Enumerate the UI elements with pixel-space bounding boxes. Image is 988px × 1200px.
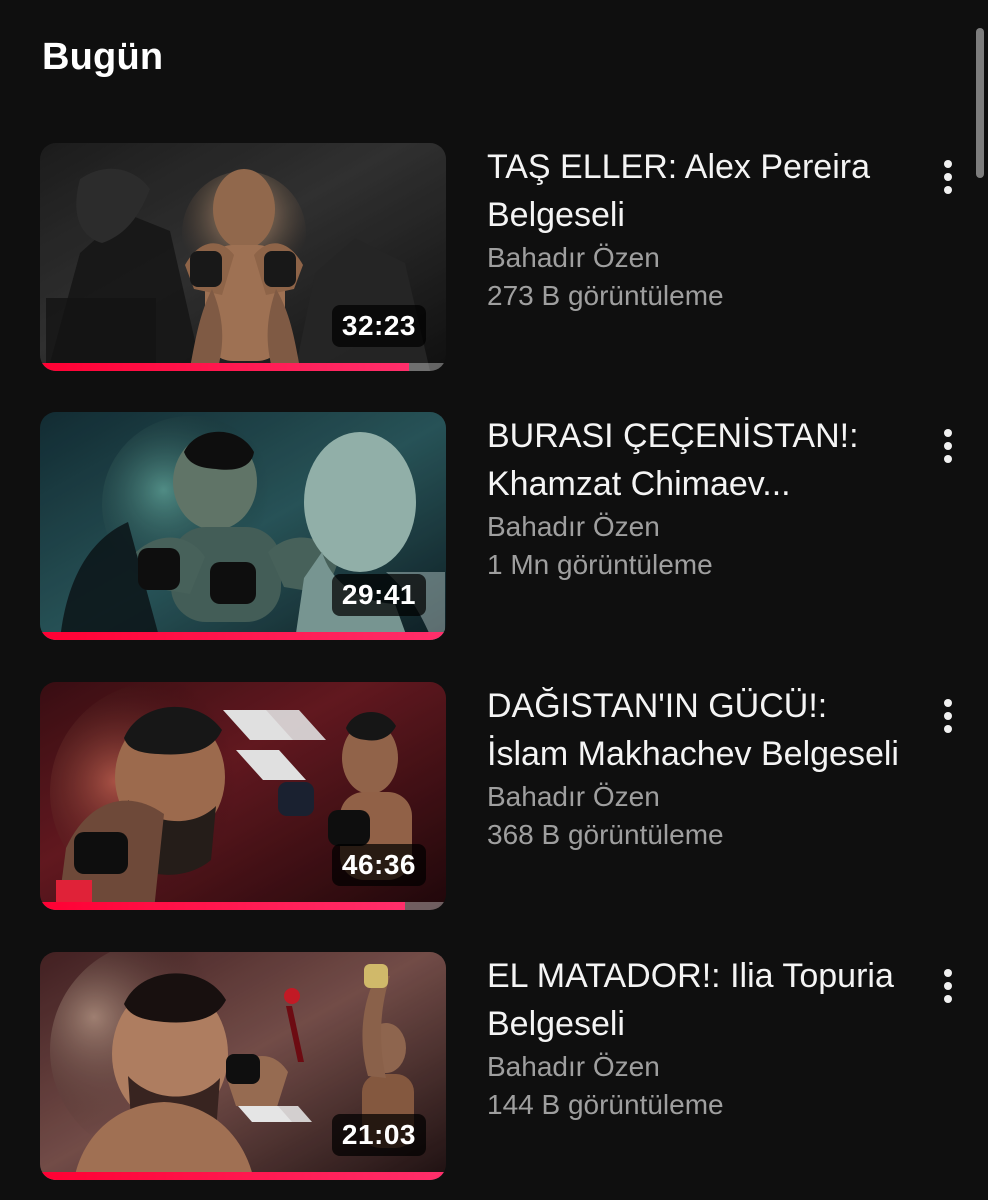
- video-meta: TAŞ ELLER: Alex Pereira Belgeseli Bahadı…: [487, 143, 907, 315]
- view-count: 1 Mn görüntüleme: [487, 549, 713, 580]
- video-list: 32:23 TAŞ ELLER: Alex Pereira Belgeseli …: [0, 0, 988, 1200]
- channel-name[interactable]: Bahadır Özen: [487, 508, 907, 546]
- video-item[interactable]: 21:03 EL MATADOR!: Ilia Topuria Belgesel…: [0, 952, 988, 1182]
- video-title[interactable]: DAĞISTAN'IN GÜCÜ!: İslam Makhachev Belge…: [487, 682, 907, 778]
- more-options-button[interactable]: [926, 155, 970, 199]
- more-options-button[interactable]: [926, 424, 970, 468]
- video-thumbnail[interactable]: 32:23: [40, 143, 446, 371]
- video-thumbnail[interactable]: 21:03: [40, 952, 446, 1180]
- channel-name[interactable]: Bahadır Özen: [487, 778, 907, 816]
- watch-progress-track: [40, 1172, 446, 1180]
- video-meta: EL MATADOR!: Ilia Topuria Belgeseli Baha…: [487, 952, 907, 1124]
- channel-name[interactable]: Bahadır Özen: [487, 1048, 907, 1086]
- video-meta: DAĞISTAN'IN GÜCÜ!: İslam Makhachev Belge…: [487, 682, 907, 854]
- watch-progress-track: [40, 632, 446, 640]
- video-meta: BURASI ÇEÇENİSTAN!: Khamzat Chimaev... B…: [487, 412, 907, 584]
- video-thumbnail[interactable]: 46:36: [40, 682, 446, 910]
- watch-progress-track: [40, 902, 446, 910]
- more-vertical-icon: [944, 160, 952, 194]
- more-vertical-icon: [944, 969, 952, 1003]
- watch-progress-fill: [40, 632, 446, 640]
- more-vertical-icon: [944, 699, 952, 733]
- watch-progress-fill: [40, 902, 406, 910]
- video-item[interactable]: 46:36 DAĞISTAN'IN GÜCÜ!: İslam Makhachev…: [0, 682, 988, 912]
- video-title[interactable]: BURASI ÇEÇENİSTAN!: Khamzat Chimaev...: [487, 412, 907, 508]
- view-count: 144 B görüntüleme: [487, 1089, 724, 1120]
- video-duration: 29:41: [331, 574, 426, 616]
- video-title[interactable]: EL MATADOR!: Ilia Topuria Belgeseli: [487, 952, 907, 1048]
- video-item[interactable]: 29:41 BURASI ÇEÇENİSTAN!: Khamzat Chimae…: [0, 412, 988, 642]
- watch-progress-fill: [40, 1172, 446, 1180]
- video-thumbnail[interactable]: 29:41: [40, 412, 446, 640]
- view-count: 368 B görüntüleme: [487, 819, 724, 850]
- video-duration: 46:36: [331, 844, 426, 886]
- watch-progress-fill: [40, 363, 410, 371]
- video-title[interactable]: TAŞ ELLER: Alex Pereira Belgeseli: [487, 143, 907, 239]
- video-duration: 32:23: [331, 305, 426, 347]
- more-options-button[interactable]: [926, 964, 970, 1008]
- view-count: 273 B görüntüleme: [487, 280, 724, 311]
- watch-progress-track: [40, 363, 446, 371]
- more-vertical-icon: [944, 429, 952, 463]
- channel-name[interactable]: Bahadır Özen: [487, 239, 907, 277]
- video-duration: 21:03: [331, 1114, 426, 1156]
- more-options-button[interactable]: [926, 694, 970, 738]
- video-item[interactable]: 32:23 TAŞ ELLER: Alex Pereira Belgeseli …: [0, 143, 988, 373]
